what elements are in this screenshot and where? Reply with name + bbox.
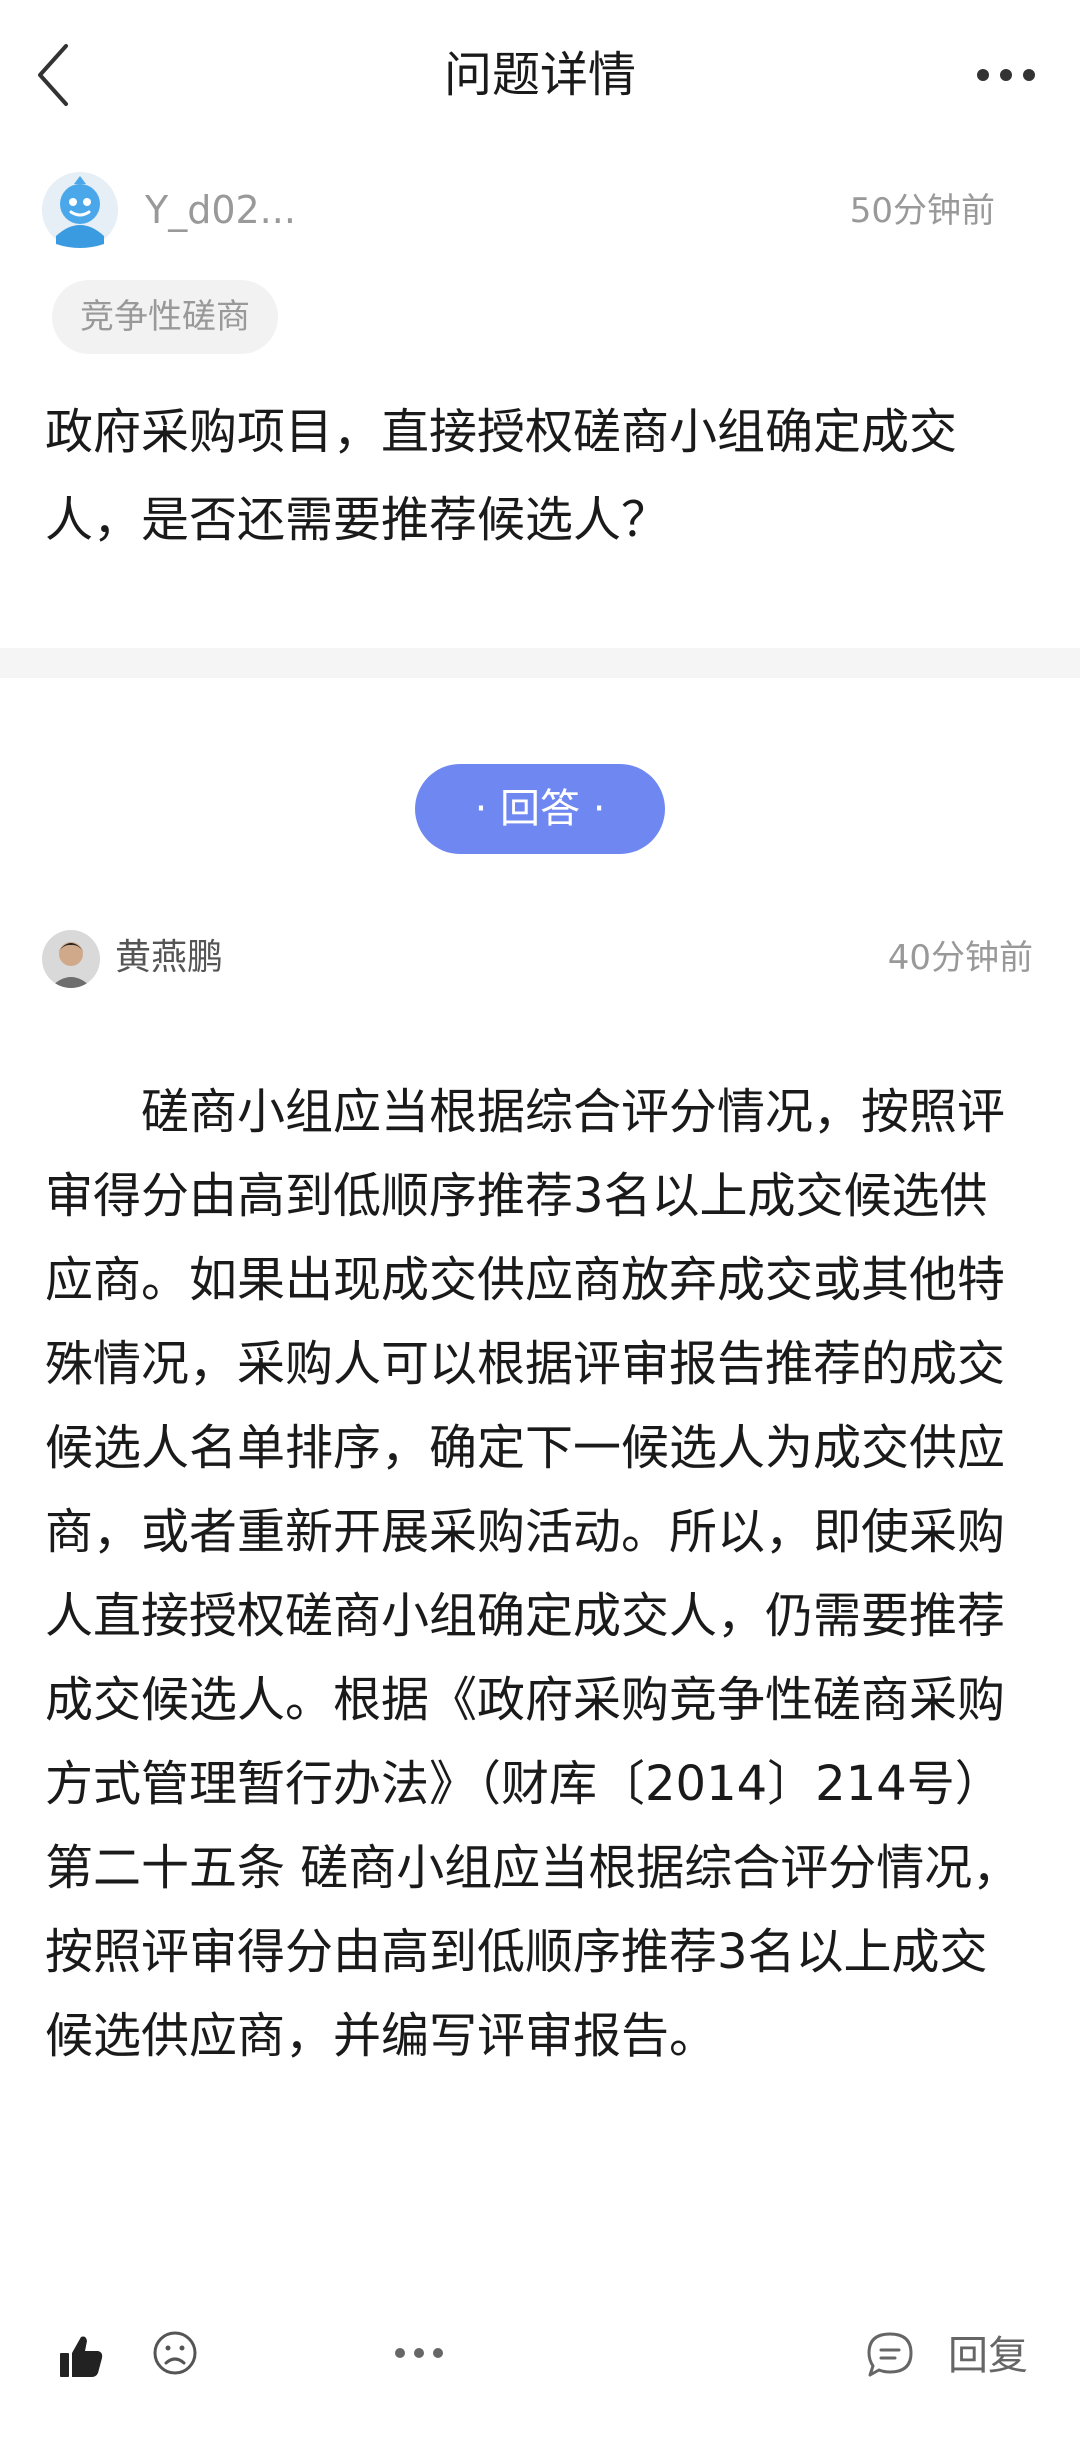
answer-section-label: · 回答 · <box>415 764 665 854</box>
dislike-button[interactable] <box>152 2330 198 2376</box>
answerer-avatar[interactable] <box>42 930 100 988</box>
default-avatar-icon <box>42 172 118 248</box>
question-tag[interactable]: 竞争性磋商 <box>52 280 278 354</box>
sad-face-icon <box>153 2331 197 2375</box>
more-horizontal-icon <box>395 2348 443 2358</box>
like-button[interactable] <box>58 2333 104 2379</box>
answer-timestamp: 40分钟前 <box>887 938 1033 978</box>
reply-label: 回复 <box>948 2333 1028 2379</box>
asker-name[interactable]: Y_d02... <box>145 185 296 235</box>
question-text: 政府采购项目，直接授权磋商小组确定成交人，是否还需要推荐候选人？ <box>45 404 958 548</box>
user-photo-icon <box>42 930 100 988</box>
more-options-button[interactable] <box>975 60 1037 90</box>
question-timestamp: 50分钟前 <box>849 191 995 231</box>
header-bar: 问题详情 <box>0 0 1080 160</box>
reply-button[interactable]: 回复 <box>865 2328 1045 2384</box>
thumbs-up-icon <box>60 2336 103 2377</box>
more-horizontal-icon <box>977 69 1035 81</box>
answerer-name[interactable]: 黄燕鹏 <box>115 933 223 983</box>
page-title: 问题详情 <box>443 47 636 103</box>
section-divider <box>0 648 1080 678</box>
answer-more-button[interactable] <box>392 2342 446 2364</box>
asker-avatar[interactable] <box>40 170 120 250</box>
answer-text: 磋商小组应当根据综合评分情况，按照评审得分由高到低顺序推荐3名以上成交候选供应商… <box>45 1084 1021 2064</box>
comment-icon <box>867 2332 913 2377</box>
